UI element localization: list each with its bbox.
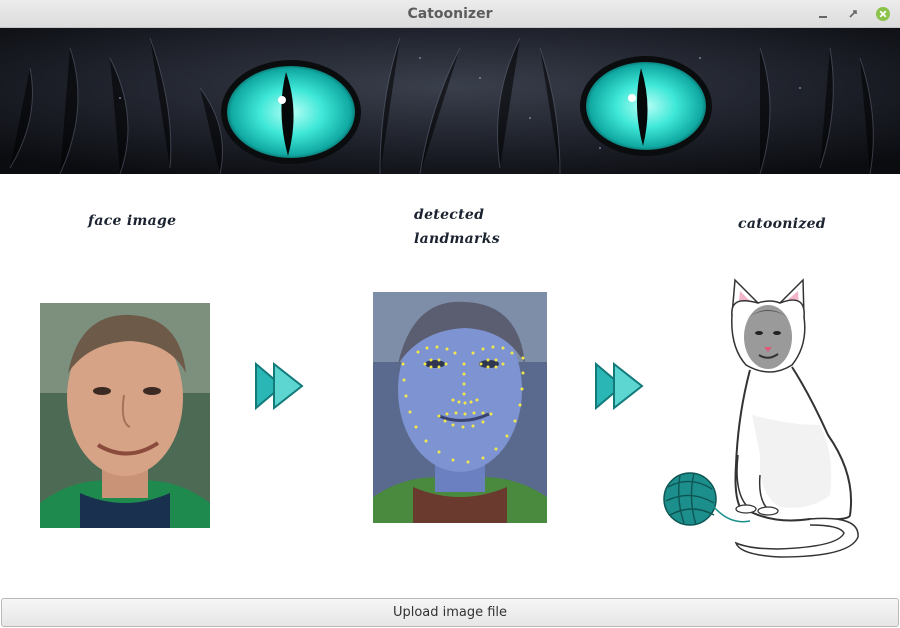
fast-forward-icon — [595, 362, 644, 410]
catoonized-image — [660, 275, 870, 565]
face-image-label: face image — [88, 213, 177, 229]
restore-icon[interactable] — [845, 6, 861, 22]
upload-image-button[interactable]: Upload image file — [1, 598, 899, 627]
detected-landmarks-label: detected landmarks — [414, 207, 500, 247]
close-icon[interactable] — [875, 6, 891, 22]
cat-eyes-banner — [0, 28, 900, 174]
fast-forward-icon — [255, 362, 304, 410]
catoonized-label: catoonized — [738, 216, 826, 232]
detected-landmarks-image — [373, 292, 547, 523]
face-image — [40, 303, 210, 528]
window-title: Catoonizer — [407, 6, 493, 22]
minimize-icon[interactable] — [815, 6, 831, 22]
window-titlebar: Catoonizer — [0, 0, 900, 28]
